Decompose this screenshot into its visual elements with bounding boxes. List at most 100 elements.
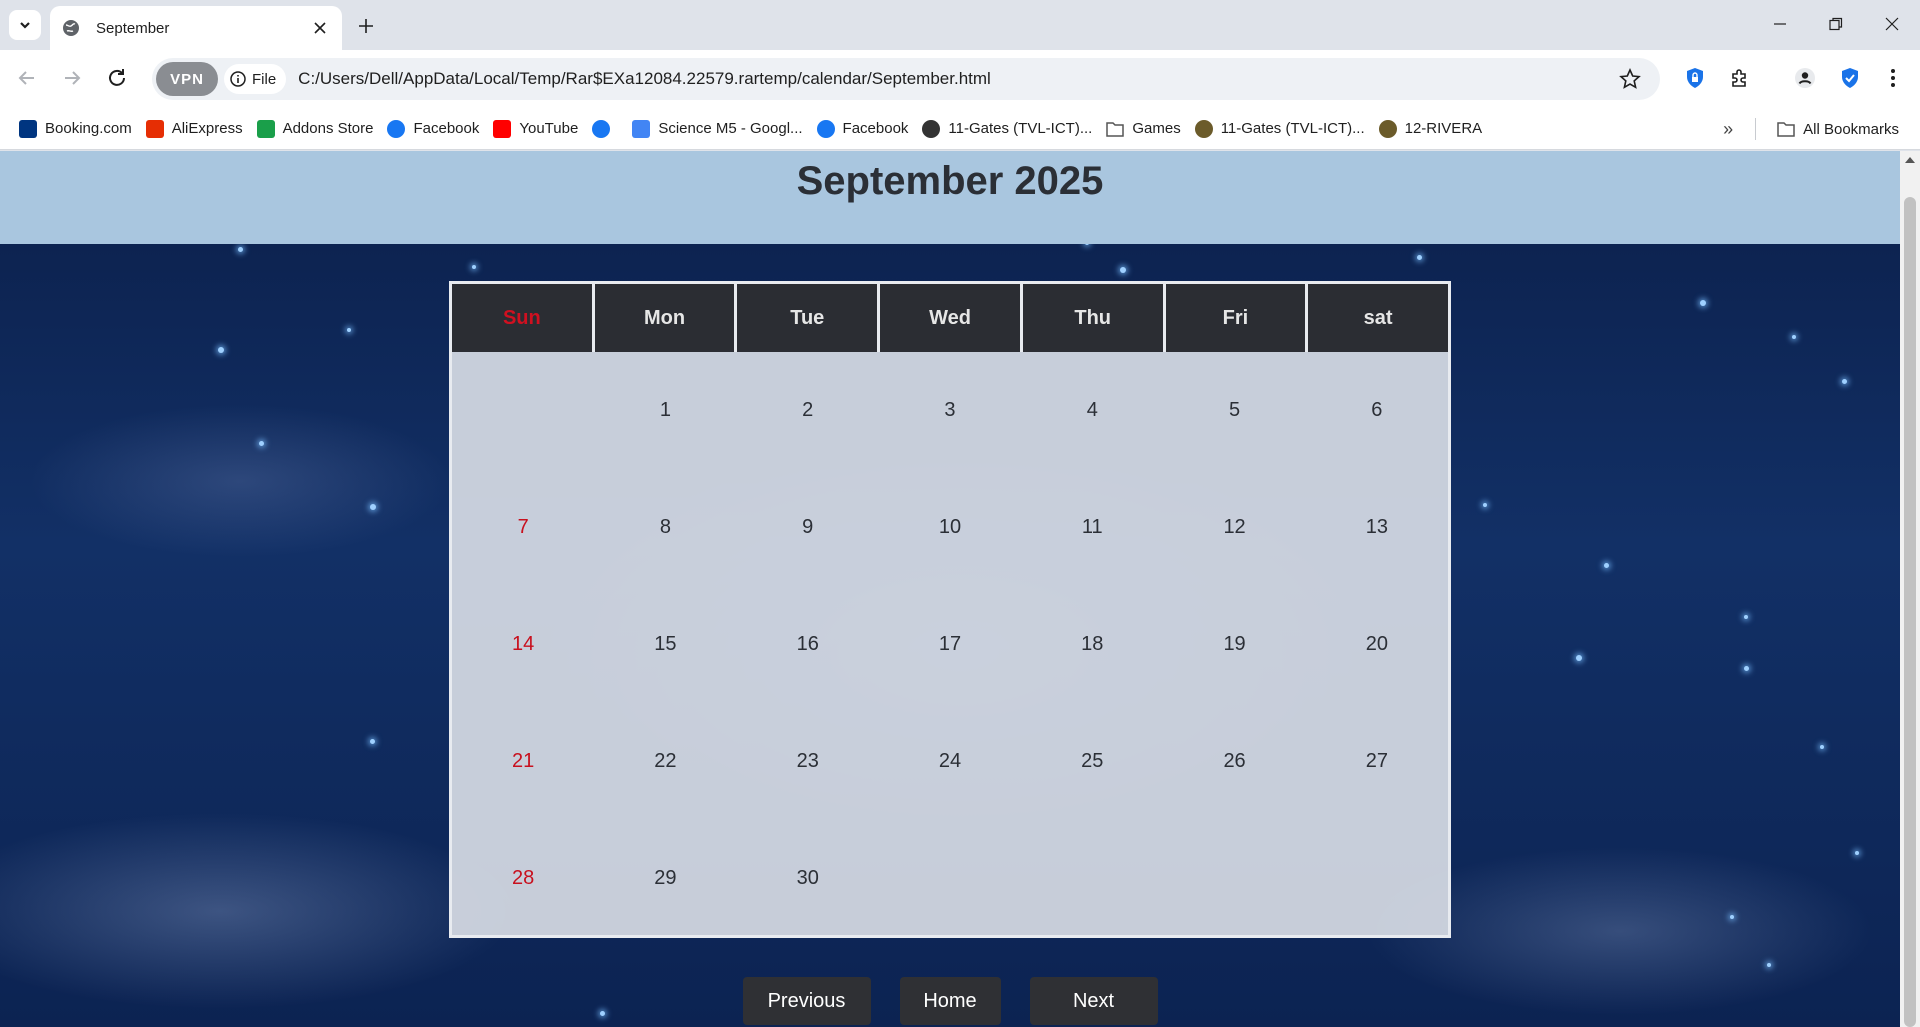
- bookmark-item[interactable]: [585, 114, 625, 144]
- tab-september[interactable]: September: [50, 6, 342, 50]
- restore-button[interactable]: [1808, 0, 1864, 48]
- info-icon: [230, 71, 246, 87]
- scrollbar-thumb[interactable]: [1904, 197, 1916, 1027]
- day-cell: 18: [1081, 633, 1104, 655]
- addons-store-icon: [256, 119, 275, 138]
- booking-icon: [19, 119, 37, 138]
- bookmark-label: Games: [1132, 120, 1181, 137]
- star-decoration: [1744, 615, 1748, 619]
- star-decoration: [238, 247, 243, 252]
- new-tab-button[interactable]: [352, 12, 380, 40]
- star-icon: [1619, 68, 1641, 89]
- reload-button[interactable]: [101, 62, 133, 94]
- bookmark-label: Addons Store: [282, 120, 374, 137]
- day-cell: 13: [1365, 516, 1388, 538]
- restore-icon: [1829, 17, 1843, 31]
- day-cell: 4: [1086, 399, 1098, 421]
- tab-strip: September: [0, 0, 1920, 50]
- tab-title: September: [96, 19, 170, 37]
- menu-button[interactable]: [1878, 63, 1908, 93]
- minimize-button[interactable]: [1752, 0, 1808, 48]
- bookmark-label: YouTube: [519, 120, 579, 137]
- bookmark-item[interactable]: 11-Gates (TVL-ICT)...: [1188, 114, 1372, 144]
- close-window-button[interactable]: [1864, 0, 1920, 48]
- bookmarks-divider: [1755, 118, 1757, 140]
- day-cell: 22: [654, 750, 677, 772]
- close-tab-icon[interactable]: [310, 18, 330, 38]
- reload-icon: [109, 69, 125, 86]
- facebook-icon: [816, 119, 835, 138]
- scroll-up-arrow-icon[interactable]: [1905, 157, 1915, 163]
- password-manager-button[interactable]: [1680, 63, 1710, 93]
- star-decoration: [1483, 503, 1487, 507]
- url-text[interactable]: C:/Users/Dell/AppData/Local/Temp/Rar$EXa…: [298, 69, 1614, 89]
- day-cell: 26: [1223, 750, 1246, 772]
- tab-search-button[interactable]: [9, 10, 41, 40]
- folder-icon: [1106, 120, 1125, 138]
- bookmark-label: 11-Gates (TVL-ICT)...: [1220, 120, 1365, 137]
- star-decoration: [1576, 655, 1582, 661]
- file-label: File: [252, 70, 277, 88]
- next-button[interactable]: Next: [1029, 977, 1158, 1025]
- extensions-button[interactable]: [1725, 63, 1755, 93]
- day-cell: 8: [659, 516, 671, 538]
- previous-button[interactable]: Previous: [742, 977, 871, 1025]
- bookmark-item[interactable]: Facebook: [380, 114, 486, 144]
- shield-check-icon: [1842, 68, 1858, 88]
- weekday-header: Sun: [452, 284, 592, 352]
- all-bookmarks-label: All Bookmarks: [1803, 120, 1899, 138]
- security-extension-button[interactable]: [1835, 63, 1865, 93]
- more-bookmarks-icon[interactable]: »: [1723, 119, 1733, 140]
- bookmark-item[interactable]: Booking.com: [12, 114, 139, 144]
- bookmark-item[interactable]: YouTube: [486, 114, 585, 144]
- day-cell: 24: [938, 750, 962, 772]
- plus-icon: [359, 19, 373, 33]
- site-info-chip[interactable]: File: [224, 64, 287, 94]
- globe-icon: [922, 119, 941, 138]
- star-decoration: [1767, 963, 1771, 967]
- profile-button[interactable]: [1790, 63, 1820, 93]
- bookmark-label: Facebook: [413, 120, 480, 137]
- globe-icon: [63, 20, 79, 36]
- bookmark-label: Facebook: [842, 120, 909, 137]
- page-scrollbar[interactable]: [1900, 151, 1920, 1027]
- shield-lock-icon: [1687, 68, 1703, 88]
- forward-arrow-icon: [65, 71, 81, 85]
- bookmarks-bar: Booking.com AliExpress Addons Store Faceboo…: [0, 108, 1920, 150]
- bookmark-item[interactable]: Science M5 - Googl...: [625, 114, 809, 144]
- bookmark-item[interactable]: Facebook: [810, 114, 916, 144]
- bookmark-item[interactable]: 11-Gates (TVL-ICT)...: [915, 114, 1099, 144]
- day-cell: 17: [938, 633, 962, 655]
- star-decoration: [1855, 851, 1859, 855]
- all-bookmarks-button[interactable]: All Bookmarks: [1770, 114, 1906, 144]
- folder-icon: [1777, 120, 1795, 138]
- page-viewport: September 2025 Sun Mon Tue Wed Thu Fri sat 123…: [0, 151, 1900, 1027]
- back-arrow-icon: [18, 71, 34, 85]
- day-cell: 12: [1223, 516, 1246, 538]
- empty-day-cell: [1306, 820, 1448, 937]
- bookmark-star-button[interactable]: [1614, 63, 1646, 95]
- youtube-icon: [493, 119, 512, 138]
- bookmark-item[interactable]: Addons Store: [250, 114, 381, 144]
- star-decoration: [218, 347, 224, 353]
- star-decoration: [347, 328, 351, 332]
- calendar-grid: Sun Mon Tue Wed Thu Fri sat 1 2 3 4 5 6 7 8 9 10 11 12 13 1…: [449, 281, 1451, 938]
- weekday-header: Wed: [880, 284, 1020, 352]
- star-decoration: [472, 265, 476, 269]
- home-button[interactable]: Home: [899, 977, 1001, 1025]
- empty-day-cell: [1021, 820, 1163, 937]
- address-bar[interactable]: VPN File C:/Users/Dell/AppData/Local/Tem…: [152, 58, 1660, 100]
- day-cell: 29: [654, 867, 677, 889]
- vpn-button[interactable]: VPN: [156, 62, 218, 96]
- forward-button[interactable]: [56, 62, 88, 94]
- header-band: September 2025: [0, 151, 1900, 244]
- day-cell: 9: [802, 516, 814, 538]
- bookmark-item[interactable]: AliExpress: [139, 114, 250, 144]
- bookmark-item[interactable]: 12-RIVERA: [1372, 114, 1490, 144]
- bookmark-item[interactable]: Games: [1099, 114, 1187, 144]
- bookmark-label: Booking.com: [45, 120, 132, 137]
- empty-day-cell: [452, 352, 594, 469]
- back-button[interactable]: [11, 62, 43, 94]
- facebook-icon: [592, 119, 611, 138]
- star-decoration: [1744, 666, 1749, 671]
